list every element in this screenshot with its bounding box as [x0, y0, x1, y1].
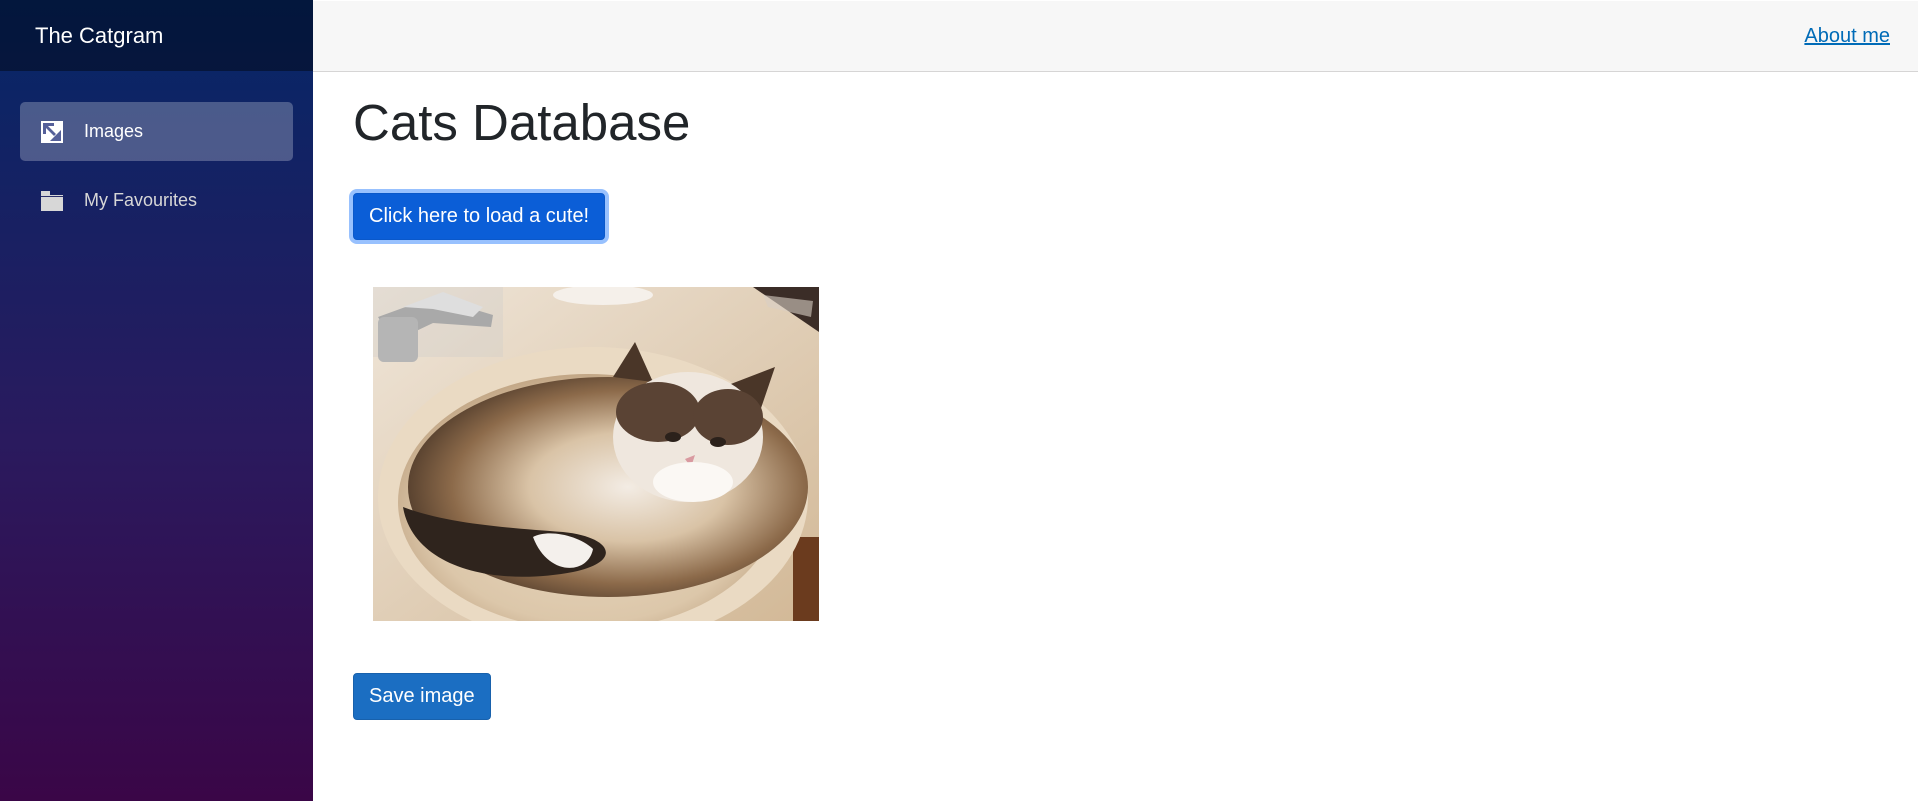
folder-icon: [40, 189, 64, 213]
brand-link[interactable]: The Catgram: [35, 23, 163, 49]
cat-image: [373, 287, 819, 622]
image-icon: [40, 120, 64, 144]
load-cat-button[interactable]: Click here to load a cute!: [353, 193, 606, 241]
save-image-button[interactable]: Save image: [353, 673, 491, 721]
sidebar-nav: Images My Favourites: [0, 71, 313, 230]
sidebar-item-label: My Favourites: [84, 190, 198, 210]
sidebar-item-label: Images: [84, 121, 144, 141]
about-me-link[interactable]: About me: [1804, 25, 1890, 48]
sidebar: The Catgram Images My Favourites: [0, 0, 313, 801]
main-content: Cats Database Click here to load a cute!: [353, 72, 1918, 721]
sidebar-item-my-favourites[interactable]: My Favourites: [20, 171, 293, 230]
brand-bar: The Catgram: [0, 0, 313, 71]
sidebar-item-images[interactable]: Images: [20, 102, 293, 161]
app: The Catgram Images My Favourites About m…: [0, 0, 1918, 801]
top-row: About me: [313, 1, 1918, 72]
page-title: Cats Database: [353, 94, 691, 151]
